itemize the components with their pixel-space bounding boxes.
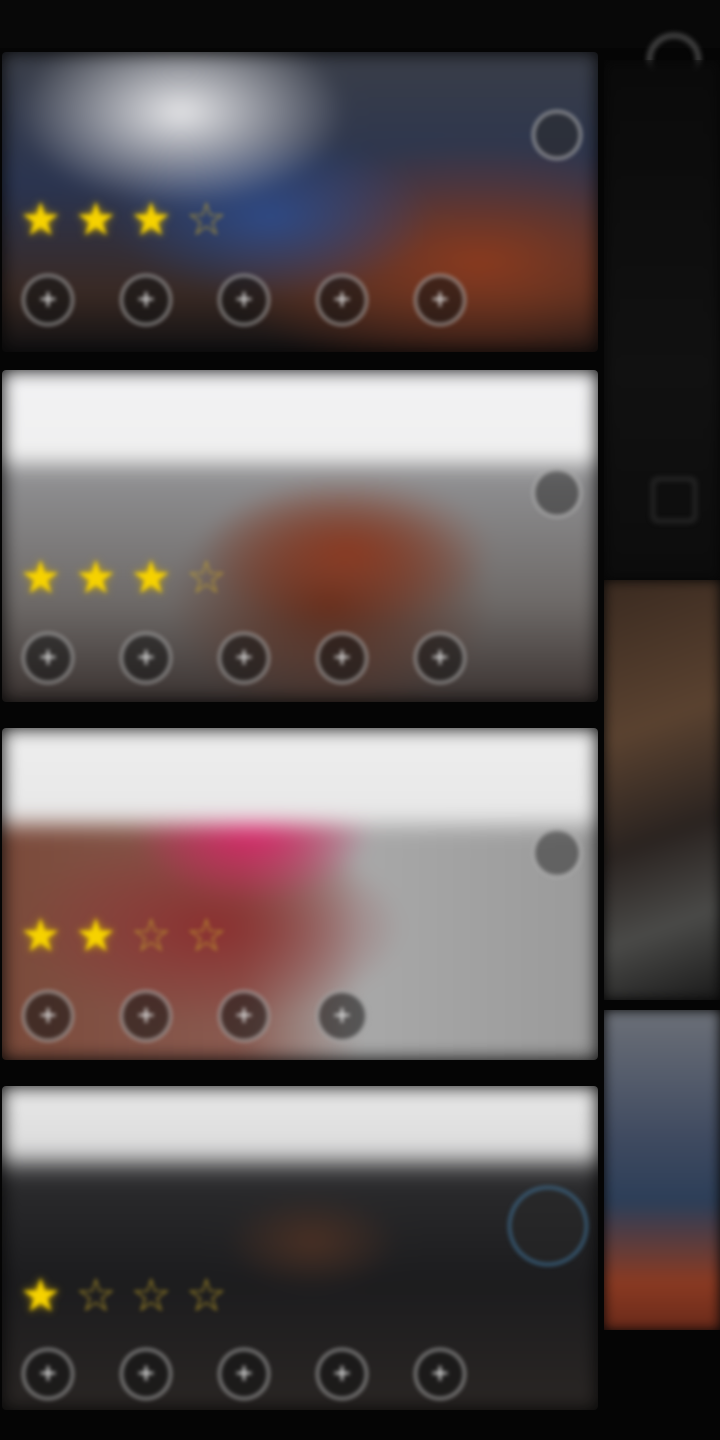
plus-icon[interactable]: + — [414, 1348, 466, 1400]
plus-icon[interactable]: + — [218, 274, 270, 326]
rating-stars: ★ ☆ ☆ ☆ — [20, 1272, 227, 1318]
star-icon: ★ — [130, 551, 172, 603]
plus-icon[interactable]: + — [414, 274, 466, 326]
plus-icon[interactable]: + — [316, 1348, 368, 1400]
rating-stars: ★ ★ ★ ☆ — [20, 554, 227, 600]
plus-icon[interactable]: + — [218, 1348, 270, 1400]
side-thumbnail-icon[interactable] — [652, 478, 696, 522]
plus-icon[interactable]: + — [120, 990, 172, 1042]
plus-icon[interactable]: + — [120, 274, 172, 326]
star-icon: ★ — [75, 193, 117, 245]
video-card[interactable]: ★ ★ ★ ☆ + + + + + — [2, 52, 598, 352]
card-actions: + + + + + — [22, 1348, 466, 1400]
plus-icon[interactable]: + — [218, 990, 270, 1042]
star-icon: ☆ — [185, 193, 227, 245]
plus-icon[interactable]: + — [218, 632, 270, 684]
hd-badge — [508, 1186, 588, 1266]
rating-stars: ★ ★ ☆ ☆ — [20, 912, 227, 958]
star-icon: ★ — [20, 1269, 62, 1321]
star-icon: ☆ — [185, 1269, 227, 1321]
star-icon: ★ — [20, 909, 62, 961]
star-icon: ☆ — [185, 551, 227, 603]
plus-icon[interactable]: + — [120, 632, 172, 684]
plus-icon[interactable]: + — [22, 990, 74, 1042]
card-actions: + + + + + — [22, 274, 466, 326]
side-thumbnail-2[interactable] — [604, 580, 720, 1000]
star-icon: ★ — [20, 551, 62, 603]
tab-1[interactable] — [46, 8, 126, 38]
tab-2[interactable] — [255, 8, 335, 38]
video-card[interactable]: ★ ☆ ☆ ☆ + + + + + — [2, 1086, 598, 1410]
plus-icon[interactable]: + — [316, 990, 368, 1042]
tab-3[interactable] — [458, 8, 538, 38]
plus-icon[interactable]: + — [316, 274, 368, 326]
plus-icon[interactable]: + — [414, 632, 466, 684]
star-icon: ☆ — [185, 909, 227, 961]
hd-badge — [532, 468, 582, 518]
star-icon: ☆ — [75, 1269, 117, 1321]
video-card[interactable]: ★ ★ ★ ☆ + + + + + — [2, 370, 598, 702]
star-icon: ★ — [20, 193, 62, 245]
plus-icon[interactable]: + — [22, 632, 74, 684]
side-thumbnail-3[interactable] — [604, 1010, 720, 1330]
rating-stars: ★ ★ ★ ☆ — [20, 196, 227, 242]
plus-icon[interactable]: + — [22, 1348, 74, 1400]
top-bar — [0, 0, 720, 48]
card-actions: + + + + — [22, 990, 368, 1042]
video-card[interactable]: ★ ★ ☆ ☆ + + + + — [2, 728, 598, 1060]
card-actions: + + + + + — [22, 632, 466, 684]
hd-badge — [532, 828, 582, 878]
star-icon: ★ — [75, 551, 117, 603]
plus-icon[interactable]: + — [120, 1348, 172, 1400]
hd-badge — [532, 110, 582, 160]
star-icon: ★ — [130, 193, 172, 245]
star-icon: ☆ — [130, 1269, 172, 1321]
star-icon: ☆ — [130, 909, 172, 961]
plus-icon[interactable]: + — [22, 274, 74, 326]
plus-icon[interactable]: + — [316, 632, 368, 684]
star-icon: ★ — [75, 909, 117, 961]
